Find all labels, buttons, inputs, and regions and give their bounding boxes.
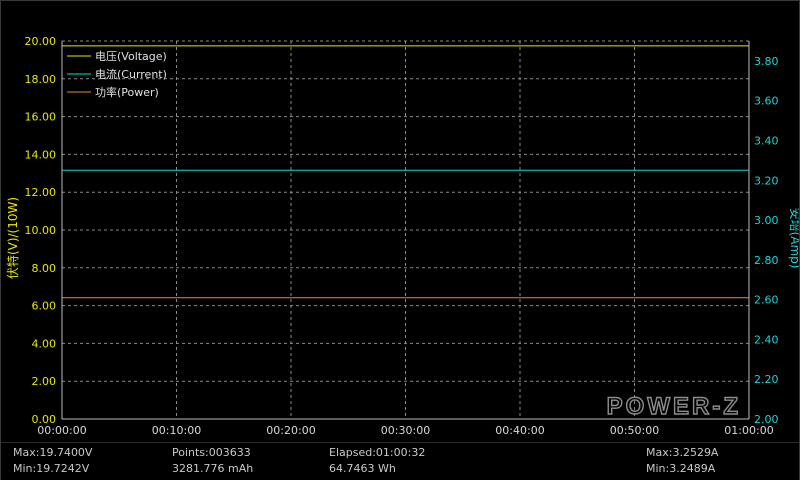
x-tick-label: 00:00:00 — [37, 424, 86, 437]
elapsed-time: Elapsed:01:00:32 — [329, 446, 426, 459]
capacity-mah: 3281.776 mAh — [172, 462, 254, 475]
min-voltage: Min:19.7242V — [13, 462, 90, 475]
y-left-tick-label: 18.00 — [25, 73, 57, 86]
y-right-tick-label: 2.80 — [754, 254, 779, 267]
y-left-tick-label: 12.00 — [25, 186, 57, 199]
y-left-tick-label: 10.00 — [25, 224, 57, 237]
y-left-tick-label: 8.00 — [32, 262, 57, 275]
legend-label-current: 电流(Current) — [95, 67, 167, 81]
x-tick-label: 00:20:00 — [266, 424, 315, 437]
x-tick-label: 00:50:00 — [610, 424, 659, 437]
logo-text: POWER-Z — [607, 393, 741, 420]
y-left-tick-label: 20.00 — [25, 35, 57, 48]
y-right-tick-label: 2.40 — [754, 333, 779, 346]
max-current: Max:3.2529A — [646, 446, 719, 459]
y-right-tick-label: 3.80 — [754, 55, 779, 68]
y-left-tick-label: 6.00 — [32, 300, 57, 313]
legend: 电压(Voltage) 电流(Current) 功率(Power) — [67, 50, 167, 99]
y-right-tick-label: 3.60 — [754, 95, 779, 108]
y-left-tick-label: 14.00 — [25, 148, 57, 161]
y-right-tick-label: 3.40 — [754, 134, 779, 147]
legend-label-power: 功率(Power) — [95, 85, 159, 99]
y-right-tick-label: 2.20 — [754, 373, 779, 386]
legend-label-voltage: 电压(Voltage) — [95, 50, 167, 63]
status-bar: Max:19.7400V Min:19.7242V Points:003633 … — [1, 442, 799, 480]
points-count: Points:003633 — [172, 446, 251, 459]
y-right-tick-label: 2.60 — [754, 294, 779, 307]
x-tick-label: 01:00:00 — [724, 424, 773, 437]
power-meter-window: 0.00 2.00 4.00 6.00 8.00 10.00 12.00 14.00 16.00… — [0, 0, 800, 480]
energy-wh: 64.7463 Wh — [329, 462, 396, 475]
x-tick-label: 00:40:00 — [495, 424, 544, 437]
y-left-tick-label: 2.00 — [32, 375, 57, 388]
x-tick-label: 00:10:00 — [152, 424, 201, 437]
y-right-tick-label: 3.20 — [754, 174, 779, 187]
power-z-logo: POWER-Z — [606, 392, 741, 420]
y-axis-right-title: 安培(Amp) — [788, 208, 799, 269]
min-current: Min:3.2489A — [646, 462, 716, 475]
y-left-tick-label: 4.00 — [32, 337, 57, 350]
y-right-tick-label: 3.00 — [754, 214, 779, 227]
max-voltage: Max:19.7400V — [13, 446, 93, 459]
y-left-tick-label: 16.00 — [25, 111, 57, 124]
grid — [62, 40, 750, 419]
chart: 0.002.004.006.008.0010.0012.0014.0016.00… — [5, 35, 799, 437]
x-tick-label: 00:30:00 — [381, 424, 430, 437]
y-axis-left-title: 伏特(V)/(10W) — [5, 197, 20, 279]
